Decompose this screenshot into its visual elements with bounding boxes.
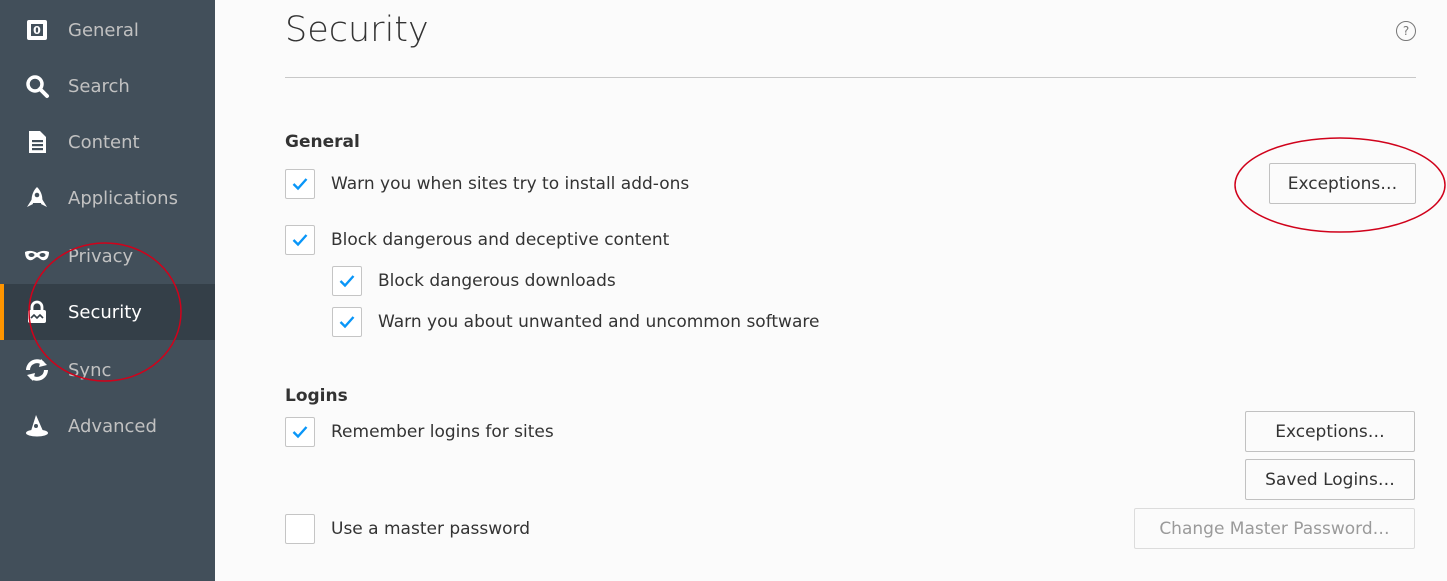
checkmark-icon [339, 316, 355, 329]
change-master-password-button: Change Master Password… [1134, 508, 1415, 549]
section-heading-general: General [285, 132, 360, 152]
search-icon [24, 73, 50, 99]
block-dangerous-label: Block dangerous and deceptive content [331, 230, 670, 250]
addons-exceptions-button[interactable]: Exceptions… [1269, 163, 1416, 204]
sidebar-item-label: Sync [68, 359, 112, 381]
general-icon: 0 [24, 17, 50, 43]
svg-text:0: 0 [33, 24, 41, 37]
block-downloads-checkbox[interactable] [332, 266, 362, 296]
checkmark-icon [292, 234, 308, 247]
warn-addons-label: Warn you when sites try to install add-o… [331, 174, 690, 194]
warn-unwanted-label: Warn you about unwanted and uncommon sof… [378, 312, 820, 332]
block-downloads-option[interactable]: Block dangerous downloads [332, 265, 616, 297]
sidebar-item-sync[interactable]: Sync [0, 342, 215, 398]
page-title: Security [285, 10, 429, 50]
sidebar-item-advanced[interactable]: Advanced [0, 398, 215, 454]
rocket-icon [24, 185, 50, 211]
sidebar-item-label: Security [68, 301, 142, 323]
help-icon[interactable]: ? [1396, 21, 1416, 41]
mask-icon [24, 243, 50, 269]
master-password-option[interactable]: Use a master password [285, 513, 530, 545]
sidebar-item-privacy[interactable]: Privacy [0, 228, 215, 284]
sidebar-item-applications[interactable]: Applications [0, 170, 215, 226]
remember-logins-label: Remember logins for sites [331, 422, 554, 442]
warn-addons-checkbox[interactable] [285, 169, 315, 199]
sidebar-item-label: General [68, 19, 139, 41]
warn-unwanted-option[interactable]: Warn you about unwanted and uncommon sof… [332, 306, 819, 338]
document-icon [24, 129, 50, 155]
sidebar-item-search[interactable]: Search [0, 58, 215, 114]
title-divider [285, 77, 1416, 78]
sidebar: 0 General Search Content Applications Pr… [0, 0, 215, 581]
warn-unwanted-checkbox[interactable] [332, 307, 362, 337]
sidebar-item-label: Applications [68, 187, 178, 209]
sync-icon [24, 357, 50, 383]
sidebar-item-general[interactable]: 0 General [0, 2, 215, 58]
remember-logins-option[interactable]: Remember logins for sites [285, 416, 554, 448]
checkmark-icon [292, 178, 308, 191]
sidebar-item-label: Advanced [68, 415, 157, 437]
block-dangerous-checkbox[interactable] [285, 225, 315, 255]
master-password-checkbox[interactable] [285, 514, 315, 544]
block-downloads-label: Block dangerous downloads [378, 271, 616, 291]
sidebar-item-content[interactable]: Content [0, 114, 215, 170]
warn-addons-option[interactable]: Warn you when sites try to install add-o… [285, 168, 689, 200]
master-password-label: Use a master password [331, 519, 531, 539]
saved-logins-button[interactable]: Saved Logins… [1245, 459, 1415, 500]
section-heading-logins: Logins [285, 386, 348, 406]
lock-icon [24, 299, 50, 325]
checkmark-icon [339, 275, 355, 288]
block-dangerous-option[interactable]: Block dangerous and deceptive content [285, 224, 669, 256]
wizard-hat-icon [24, 413, 50, 439]
sidebar-item-label: Content [68, 131, 140, 153]
sidebar-item-security[interactable]: Security [0, 284, 215, 340]
logins-exceptions-button[interactable]: Exceptions… [1245, 411, 1415, 452]
sidebar-item-label: Search [68, 75, 130, 97]
sidebar-item-label: Privacy [68, 245, 134, 267]
remember-logins-checkbox[interactable] [285, 417, 315, 447]
checkmark-icon [292, 426, 308, 439]
